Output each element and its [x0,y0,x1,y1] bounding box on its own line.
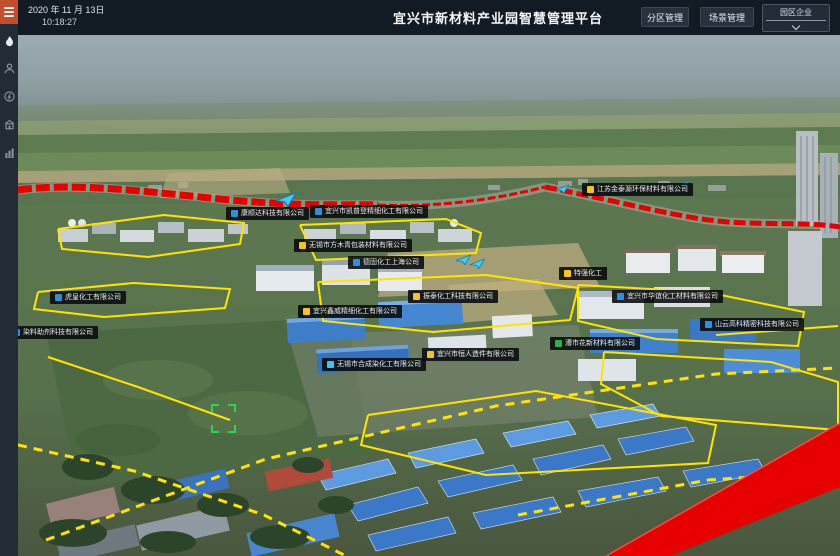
enterprise-building-icon[interactable] [0,114,18,134]
company-label[interactable]: 宜兴市恒人造件有限公司 [422,348,519,361]
chevron-down-icon [792,22,800,30]
company-marker-icon [327,361,334,368]
company-marker-icon [315,208,322,215]
company-marker-icon [555,340,562,347]
company-label[interactable]: 特强化工 [559,267,607,280]
page-title: 宜兴市新材料产业园智慧管理平台 [348,0,648,35]
company-label[interactable]: 宜兴鑫威精细化工有限公司 [298,305,402,318]
company-label[interactable]: 无锡市方木青包装材料有限公司 [294,239,412,252]
park-enterprise-label: 园区企业 [763,5,829,18]
company-label[interactable]: 宜兴市凯普登精细化工有限公司 [310,205,428,218]
company-label-text: 无锡市合成染化工有限公司 [337,361,421,368]
company-marker-icon [413,293,420,300]
company-label[interactable]: 虎皇化工有限公司 [50,291,126,304]
app-window: 2020 年 11 月 13日 10:18:27 宜兴市新材料产业园智慧管理平台… [0,0,840,556]
person-icon[interactable] [0,58,18,78]
statistics-chart-icon[interactable] [0,142,18,162]
company-label-text: 江苏金泰源环保材料有限公司 [597,186,688,193]
fire-alarm-icon[interactable] [0,32,18,52]
company-label-text: 特强化工 [574,270,602,277]
scene-manage-button[interactable]: 场景管理 [700,7,754,27]
company-marker-icon [617,293,624,300]
company-label[interactable]: 振泰化工科技有限公司 [408,290,498,303]
company-marker-icon [18,329,20,336]
company-label[interactable]: 康顺达科技有限公司 [226,207,309,220]
park-enterprise-dropdown[interactable]: 园区企业 [762,4,830,32]
company-label[interactable]: 宜兴市华谊化工材料有限公司 [612,290,723,303]
company-marker-icon [299,242,306,249]
company-marker-icon [353,259,360,266]
company-label[interactable]: 德固化工上海公司 [348,256,424,269]
company-label-text: 染料助剂科技有限公司 [23,329,93,336]
company-label[interactable]: 染料助剂科技有限公司 [18,326,98,339]
company-label-text: 山云高科精密科技有限公司 [715,321,799,328]
company-marker-icon [427,351,434,358]
top-header: 2020 年 11 月 13日 10:18:27 宜兴市新材料产业园智慧管理平台… [18,0,840,35]
company-label[interactable]: 漕市花新材料有限公司 [550,337,640,350]
company-marker-icon [705,321,712,328]
datetime-display: 2020 年 11 月 13日 10:18:27 [28,4,104,28]
company-label-text: 德固化工上海公司 [363,259,419,266]
company-marker-icon [303,308,310,315]
company-label-text: 漕市花新材料有限公司 [565,340,635,347]
company-label-text: 虎皇化工有限公司 [65,294,121,301]
company-marker-icon [564,270,571,277]
current-time: 10:18:27 [28,16,104,28]
partition-manage-button[interactable]: 分区管理 [641,7,689,27]
company-label-text: 宜兴鑫威精细化工有限公司 [313,308,397,315]
company-label-text: 无锡市方木青包装材料有限公司 [309,242,407,249]
company-label-text: 康顺达科技有限公司 [241,210,304,217]
company-label-text: 宜兴市恒人造件有限公司 [437,351,514,358]
company-label[interactable]: 无锡市合成染化工有限公司 [322,358,426,371]
company-label-text: 振泰化工科技有限公司 [423,293,493,300]
company-label[interactable]: 江苏金泰源环保材料有限公司 [582,183,693,196]
map-viewport[interactable]: 康顺达科技有限公司 宜兴市凯普登精细化工有限公司 无锡市方木青包装材料有限公司 … [18,35,840,556]
current-date: 2020 年 11 月 13日 [28,4,104,16]
left-sidebar [0,0,18,556]
company-marker-icon [231,210,238,217]
company-marker-icon [55,294,62,301]
menu-icon[interactable] [0,0,18,24]
company-marker-icon [587,186,594,193]
company-label-text: 宜兴市华谊化工材料有限公司 [627,293,718,300]
company-label[interactable]: 山云高科精密科技有限公司 [700,318,804,331]
company-label-text: 宜兴市凯普登精细化工有限公司 [325,208,423,215]
energy-gauge-icon[interactable] [0,86,18,106]
